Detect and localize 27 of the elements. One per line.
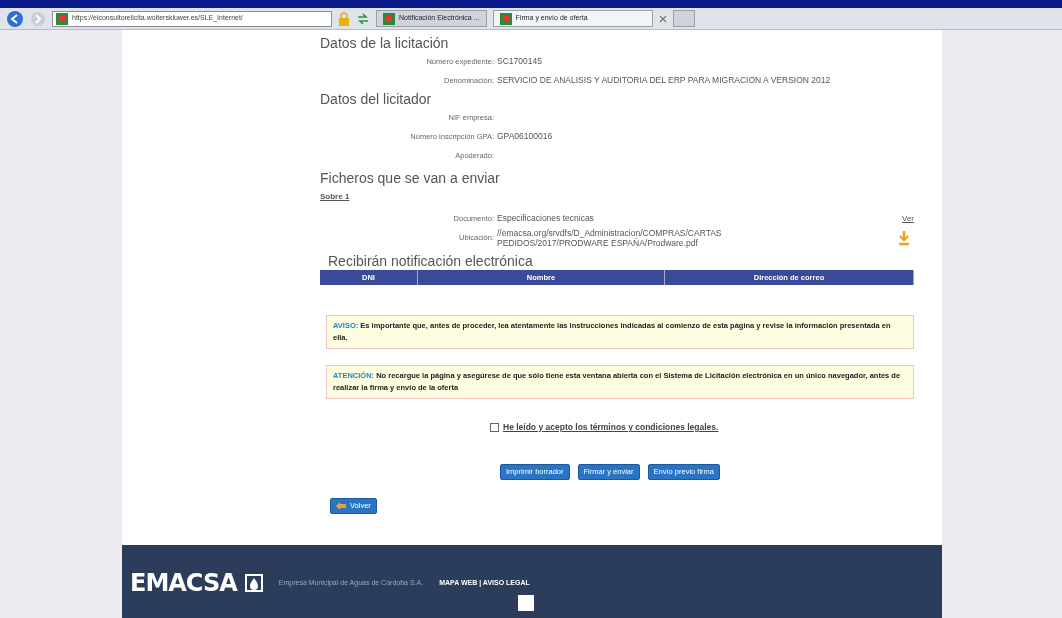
envelope-heading: Sobre 1: [320, 191, 351, 203]
field-value: SERVICIO DE ANALISIS Y AUDITORIA DEL ERP PARA MIGRACION A VERSION 2012: [497, 74, 831, 87]
section-heading: Ficheros que se van a enviar: [320, 169, 501, 187]
terms-link[interactable]: He leído y acepto los términos y condiciones legales.: [503, 421, 719, 434]
field-value: Especificaciones tecnicas: [497, 212, 594, 225]
water-drop-icon: [244, 574, 263, 592]
refresh-icon[interactable]: [356, 12, 370, 25]
close-icon[interactable]: [658, 14, 667, 23]
new-tab-button[interactable]: [672, 10, 695, 27]
download-icon[interactable]: [898, 230, 910, 246]
back-icon[interactable]: [6, 9, 24, 28]
section-heading: Datos de la licitación: [320, 34, 450, 52]
section-heading: Datos del licitador: [320, 90, 433, 108]
arrow-left-icon: [336, 501, 346, 510]
terms-checkbox[interactable]: [490, 422, 499, 432]
field-value: GPA06100016: [497, 130, 553, 143]
field-value: //emacsa.org/srvdfs/D_Administracion/COMPRAS/CARTAS PEDIDOS/2017/PRODWARE ESPAÑA/Prodware.pdf: [497, 228, 723, 248]
site-icon: [499, 12, 512, 25]
lock-icon: [338, 11, 350, 26]
site-icon: [383, 12, 395, 25]
field-value: SC1700145: [497, 55, 542, 68]
section-heading: Recibirán notificación electrónica: [328, 252, 534, 270]
logo-text: EMACSA: [130, 568, 237, 599]
square-icon: [518, 595, 534, 611]
site-icon: [56, 12, 68, 25]
forward-icon[interactable]: [30, 10, 46, 27]
view-link[interactable]: Ver: [902, 212, 914, 225]
